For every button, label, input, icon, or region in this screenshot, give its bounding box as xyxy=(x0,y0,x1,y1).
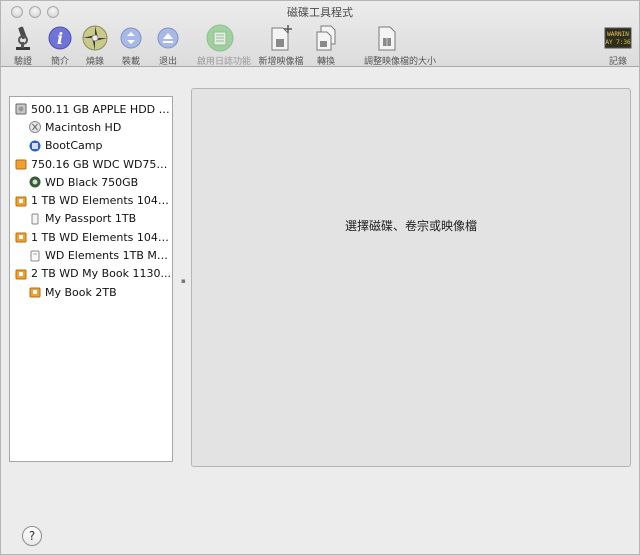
new-image-icon xyxy=(267,25,295,51)
mount-icon xyxy=(117,25,145,51)
svg-text:i: i xyxy=(57,29,63,48)
wd-volume-icon xyxy=(28,176,42,189)
info-icon: i xyxy=(46,25,74,51)
eject-button[interactable]: 退出 xyxy=(146,25,190,67)
new-image-button[interactable]: 新增映像檔 xyxy=(258,25,304,67)
list-item[interactable]: WD Elements 1TB Music xyxy=(10,246,172,264)
window-title: 磁碟工具程式 xyxy=(287,6,353,19)
disk-utility-window: 磁碟工具程式 驗證 i 簡介 燒錄 裝載 退出 啟用日誌功能 新增映像檔 轉換 … xyxy=(0,0,640,555)
list-item[interactable]: Macintosh HD xyxy=(10,118,172,136)
list-item[interactable]: WD Black 750GB xyxy=(10,173,172,191)
macos-volume-icon xyxy=(28,121,42,134)
external-usb-drive-icon xyxy=(14,267,28,280)
list-item[interactable]: My Passport 1TB xyxy=(10,210,172,228)
empty-selection-message: 選擇磁碟、卷宗或映像檔 xyxy=(344,219,477,233)
eject-icon xyxy=(154,25,182,51)
external-usb-drive-icon xyxy=(14,194,28,207)
journaling-icon xyxy=(206,24,234,52)
help-button[interactable]: ? xyxy=(22,526,42,546)
title-toolbar: 磁碟工具程式 驗證 i 簡介 燒錄 裝載 退出 啟用日誌功能 新增映像檔 轉換 … xyxy=(1,1,639,67)
list-item[interactable]: My Book 2TB xyxy=(10,283,172,301)
usb-volume-icon xyxy=(28,286,42,299)
detail-panel: 選擇磁碟、卷宗或映像檔 xyxy=(191,88,631,467)
internal-hdd-icon xyxy=(14,103,28,116)
external-orange-drive-icon xyxy=(14,158,28,171)
convert-icon xyxy=(312,25,340,51)
svg-text:WARNIN: WARNIN xyxy=(607,31,629,38)
passport-volume-icon xyxy=(28,212,42,225)
burn-disc-icon xyxy=(81,25,109,51)
external-usb-drive-icon xyxy=(14,231,28,244)
log-button[interactable]: WARNIN AY 7:36 記錄 xyxy=(597,25,639,67)
splitter-handle[interactable]: ▪ xyxy=(181,277,186,285)
resize-image-icon xyxy=(373,25,401,51)
svg-text:AY 7:36: AY 7:36 xyxy=(605,39,631,46)
list-item[interactable]: BootCamp xyxy=(10,137,172,155)
white-drive-volume-icon xyxy=(28,249,42,262)
list-item[interactable]: 2 TB WD My Book 1130... xyxy=(10,265,172,283)
log-console-icon: WARNIN AY 7:36 xyxy=(604,25,632,51)
microscope-icon xyxy=(9,25,37,51)
list-item[interactable]: 1 TB WD Elements 1042... xyxy=(10,228,172,246)
list-item[interactable]: 1 TB WD Elements 1048... xyxy=(10,191,172,209)
bootcamp-volume-icon xyxy=(28,139,42,152)
convert-button[interactable]: 轉換 xyxy=(304,25,348,67)
list-item[interactable]: 500.11 GB APPLE HDD H... xyxy=(10,100,172,118)
list-item[interactable]: 750.16 GB WDC WD7500... xyxy=(10,155,172,173)
disk-list[interactable]: 500.11 GB APPLE HDD H... Macintosh HD Bo… xyxy=(9,96,173,462)
resize-image-button[interactable]: 調整映像檔的大小 xyxy=(364,25,436,67)
enable-journaling-button[interactable]: 啟用日誌功能 xyxy=(197,24,251,67)
